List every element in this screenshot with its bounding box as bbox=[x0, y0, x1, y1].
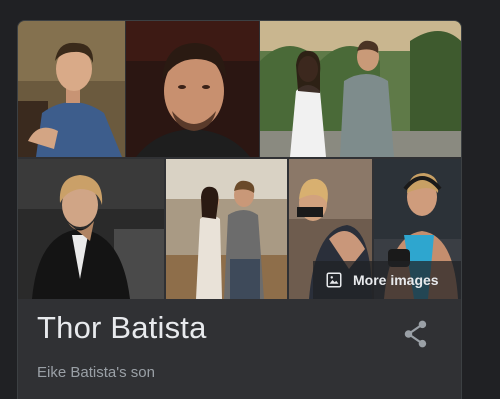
more-images-button[interactable]: More images bbox=[313, 261, 461, 299]
thor-batista-photo-1[interactable] bbox=[18, 21, 125, 157]
more-images-label: More images bbox=[353, 272, 439, 288]
knowledge-panel: More images Thor Batista Eike Batista's … bbox=[17, 20, 462, 399]
entity-title: Thor Batista bbox=[37, 310, 207, 345]
photo-2-image bbox=[126, 21, 259, 157]
photo-4-image bbox=[18, 159, 164, 299]
thor-batista-photo-4[interactable] bbox=[18, 159, 164, 299]
share-icon bbox=[404, 320, 427, 348]
thor-batista-photo-2[interactable] bbox=[126, 21, 259, 157]
photo-3-image bbox=[260, 21, 461, 157]
photo-1-image bbox=[18, 21, 125, 157]
thor-batista-photo-3[interactable] bbox=[260, 21, 461, 157]
share-button[interactable] bbox=[403, 319, 429, 349]
image-icon bbox=[325, 271, 343, 289]
thor-batista-photo-5[interactable] bbox=[166, 159, 287, 299]
photo-5-image bbox=[166, 159, 287, 299]
entity-subtitle: Eike Batista's son bbox=[37, 364, 155, 381]
